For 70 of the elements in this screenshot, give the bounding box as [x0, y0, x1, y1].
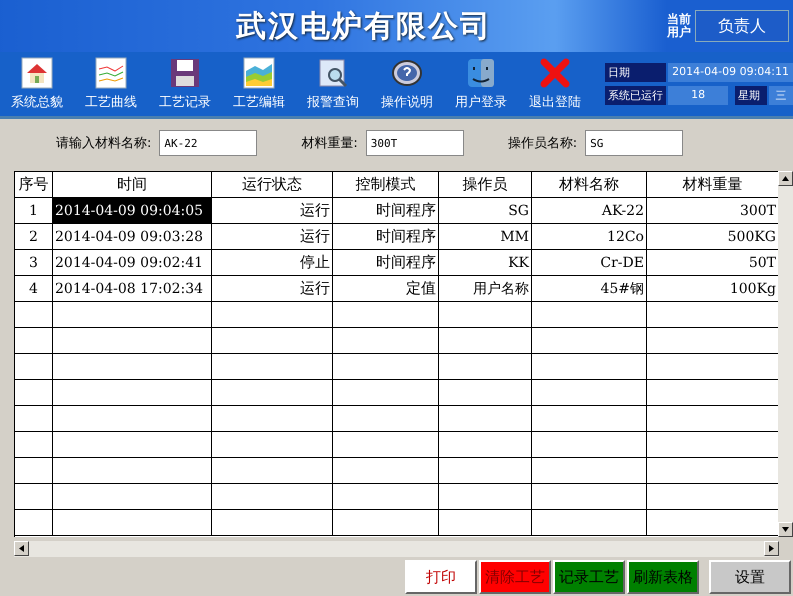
- table-cell: 时间程序: [333, 250, 439, 276]
- toolbar-button[interactable]: 工艺记录: [148, 57, 222, 111]
- house-icon: [21, 57, 53, 89]
- toolbar-button[interactable]: 工艺曲线: [74, 57, 148, 111]
- date-value: 2014-04-09 09:04:11: [668, 63, 793, 82]
- user-login-icon: [465, 57, 497, 89]
- table-cell: 运行: [212, 198, 333, 224]
- table-cell: 时间程序: [333, 198, 439, 224]
- runtime-label: 系统已运行: [605, 86, 666, 105]
- table-cell: 2014-04-08 17:02:34: [53, 276, 212, 302]
- input-field[interactable]: AK-22: [159, 130, 258, 156]
- column-header: 序号: [15, 172, 53, 198]
- horizontal-scrollbar[interactable]: [14, 541, 779, 557]
- column-header: 操作员: [439, 172, 532, 198]
- vertical-scrollbar[interactable]: [778, 171, 793, 537]
- toolbar-button[interactable]: 工艺编辑: [222, 57, 296, 111]
- toolbar-button[interactable]: 报警查询: [296, 57, 370, 111]
- close-icon: [539, 57, 571, 89]
- table-cell: 运行: [212, 276, 333, 302]
- toolbar-button[interactable]: 用户登录: [444, 57, 518, 111]
- left-arrow-icon[interactable]: [19, 545, 24, 552]
- table-cell: Cr-DE: [532, 250, 647, 276]
- weekday-label: 星期: [734, 86, 768, 105]
- date-label: 日期: [605, 63, 666, 82]
- line-chart-icon: [95, 57, 127, 89]
- table-cell: 2014-04-09 09:04:05: [53, 198, 212, 224]
- column-header: 控制模式: [333, 172, 439, 198]
- column-header: 运行状态: [212, 172, 333, 198]
- action-button[interactable]: 打印: [405, 560, 477, 594]
- help-icon: [391, 57, 423, 89]
- table-cell: MM: [439, 224, 532, 250]
- table-cell: 4: [15, 276, 53, 302]
- input-field[interactable]: SG: [585, 130, 684, 156]
- weekday-value: 三: [769, 86, 793, 105]
- column-header: 时间: [53, 172, 212, 198]
- area-chart-icon: [243, 57, 275, 89]
- table-cell: 定值: [333, 276, 439, 302]
- toolbar-button[interactable]: 系统总貌: [0, 57, 74, 111]
- table-cell: 用户名称: [439, 276, 532, 302]
- column-header: 材料名称: [532, 172, 647, 198]
- field-label: 操作员名称:: [508, 135, 578, 152]
- field-label: 材料重量:: [301, 135, 358, 152]
- table-cell: 12Co: [532, 224, 647, 250]
- table-cell: 1: [15, 198, 53, 224]
- current-user-label: 当前用户: [667, 13, 691, 39]
- table-cell: SG: [439, 198, 532, 224]
- up-arrow-icon[interactable]: [782, 176, 789, 181]
- table-cell: 2014-04-09 09:02:41: [53, 250, 212, 276]
- input-field[interactable]: 300T: [366, 130, 464, 156]
- table-cell: 时间程序: [333, 224, 439, 250]
- table-cell: 2014-04-09 09:03:28: [53, 224, 212, 250]
- down-arrow-icon[interactable]: [782, 527, 789, 532]
- action-button[interactable]: 刷新表格: [627, 560, 699, 594]
- toolbar-button[interactable]: 退出登陆: [518, 57, 592, 111]
- table-cell: KK: [439, 250, 532, 276]
- table-cell: 运行: [212, 224, 333, 250]
- table-cell: AK-22: [532, 198, 647, 224]
- toolbar-button[interactable]: 操作说明: [370, 57, 444, 111]
- right-arrow-icon[interactable]: [769, 545, 774, 552]
- table-cell: 停止: [212, 250, 333, 276]
- field-label: 请输入材料名称:: [56, 135, 152, 152]
- search-icon: [317, 57, 349, 89]
- table-cell: 3: [15, 250, 53, 276]
- action-button[interactable]: 记录工艺: [553, 560, 625, 594]
- table-cell: 2: [15, 224, 53, 250]
- runtime-value: 18: [668, 86, 728, 105]
- current-user-value: 负责人: [695, 10, 789, 42]
- table-cell: 45#钢: [532, 276, 647, 302]
- company-title: 武汉电炉有限公司: [236, 8, 492, 46]
- action-button[interactable]: 设置: [709, 560, 791, 594]
